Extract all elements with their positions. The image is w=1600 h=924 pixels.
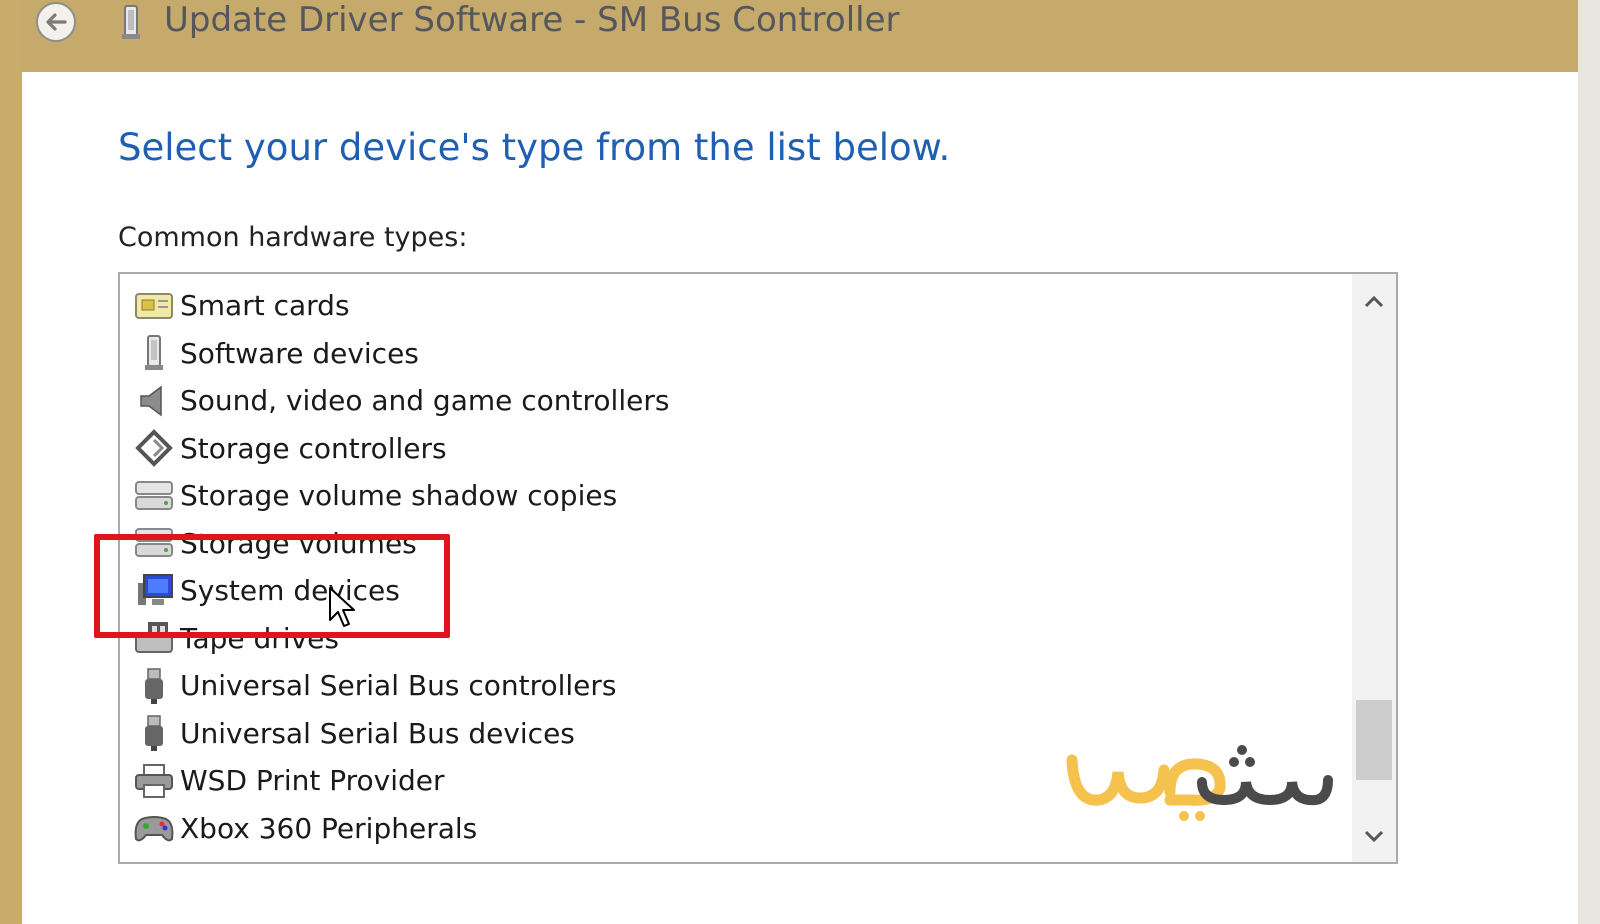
window-title: Update Driver Software - SM Bus Controll… (164, 0, 900, 40)
list-item[interactable]: Software devices (120, 330, 1350, 378)
watermark-logo-icon (1066, 745, 1333, 821)
back-arrow-icon (46, 13, 67, 31)
scroll-down-button[interactable] (1352, 814, 1396, 858)
smart-card-icon (132, 286, 176, 326)
scroll-up-button[interactable] (1352, 280, 1396, 324)
scrollbar-thumb[interactable] (1356, 699, 1392, 780)
list-item-label: Storage volume shadow copies (180, 479, 618, 513)
window-edge (1578, 0, 1600, 924)
list-item-label: Storage controllers (180, 431, 447, 465)
mouse-cursor-icon (329, 587, 355, 627)
storage-controller-icon (132, 428, 176, 468)
chevron-up-icon (1364, 295, 1384, 308)
back-button[interactable] (36, 2, 76, 42)
list-item-label: Universal Serial Bus controllers (180, 669, 617, 703)
list-item-label: Sound, video and game controllers (180, 384, 670, 418)
list-item[interactable]: Sound, video and game controllers (120, 377, 1350, 425)
dialog-content: Select your device's type from the list … (22, 72, 1578, 924)
drive-icon (132, 476, 176, 516)
page-heading: Select your device's type from the list … (118, 126, 951, 169)
usb-icon (132, 713, 176, 753)
chevron-down-icon (1364, 830, 1384, 843)
highlight-box (94, 534, 450, 638)
list-item[interactable]: Storage volume shadow copies (120, 472, 1350, 520)
list-item-label: Software devices (180, 336, 419, 370)
list-item-label: WSD Print Provider (180, 764, 445, 798)
list-item-label: Smart cards (180, 289, 350, 323)
device-icon (122, 5, 140, 39)
list-item[interactable]: Storage controllers (120, 425, 1350, 473)
vertical-scrollbar[interactable] (1352, 274, 1396, 862)
gamepad-icon (132, 808, 176, 848)
printer-icon (132, 761, 176, 801)
list-item[interactable]: Universal Serial Bus controllers (120, 662, 1350, 710)
list-item[interactable]: Smart cards (120, 282, 1350, 330)
list-item-label: Xbox 360 Peripherals (180, 811, 478, 845)
speaker-icon (132, 381, 176, 421)
list-label: Common hardware types: (118, 222, 468, 253)
usb-icon (132, 666, 176, 706)
software-device-icon (132, 333, 176, 373)
list-item-label: Universal Serial Bus devices (180, 716, 575, 750)
